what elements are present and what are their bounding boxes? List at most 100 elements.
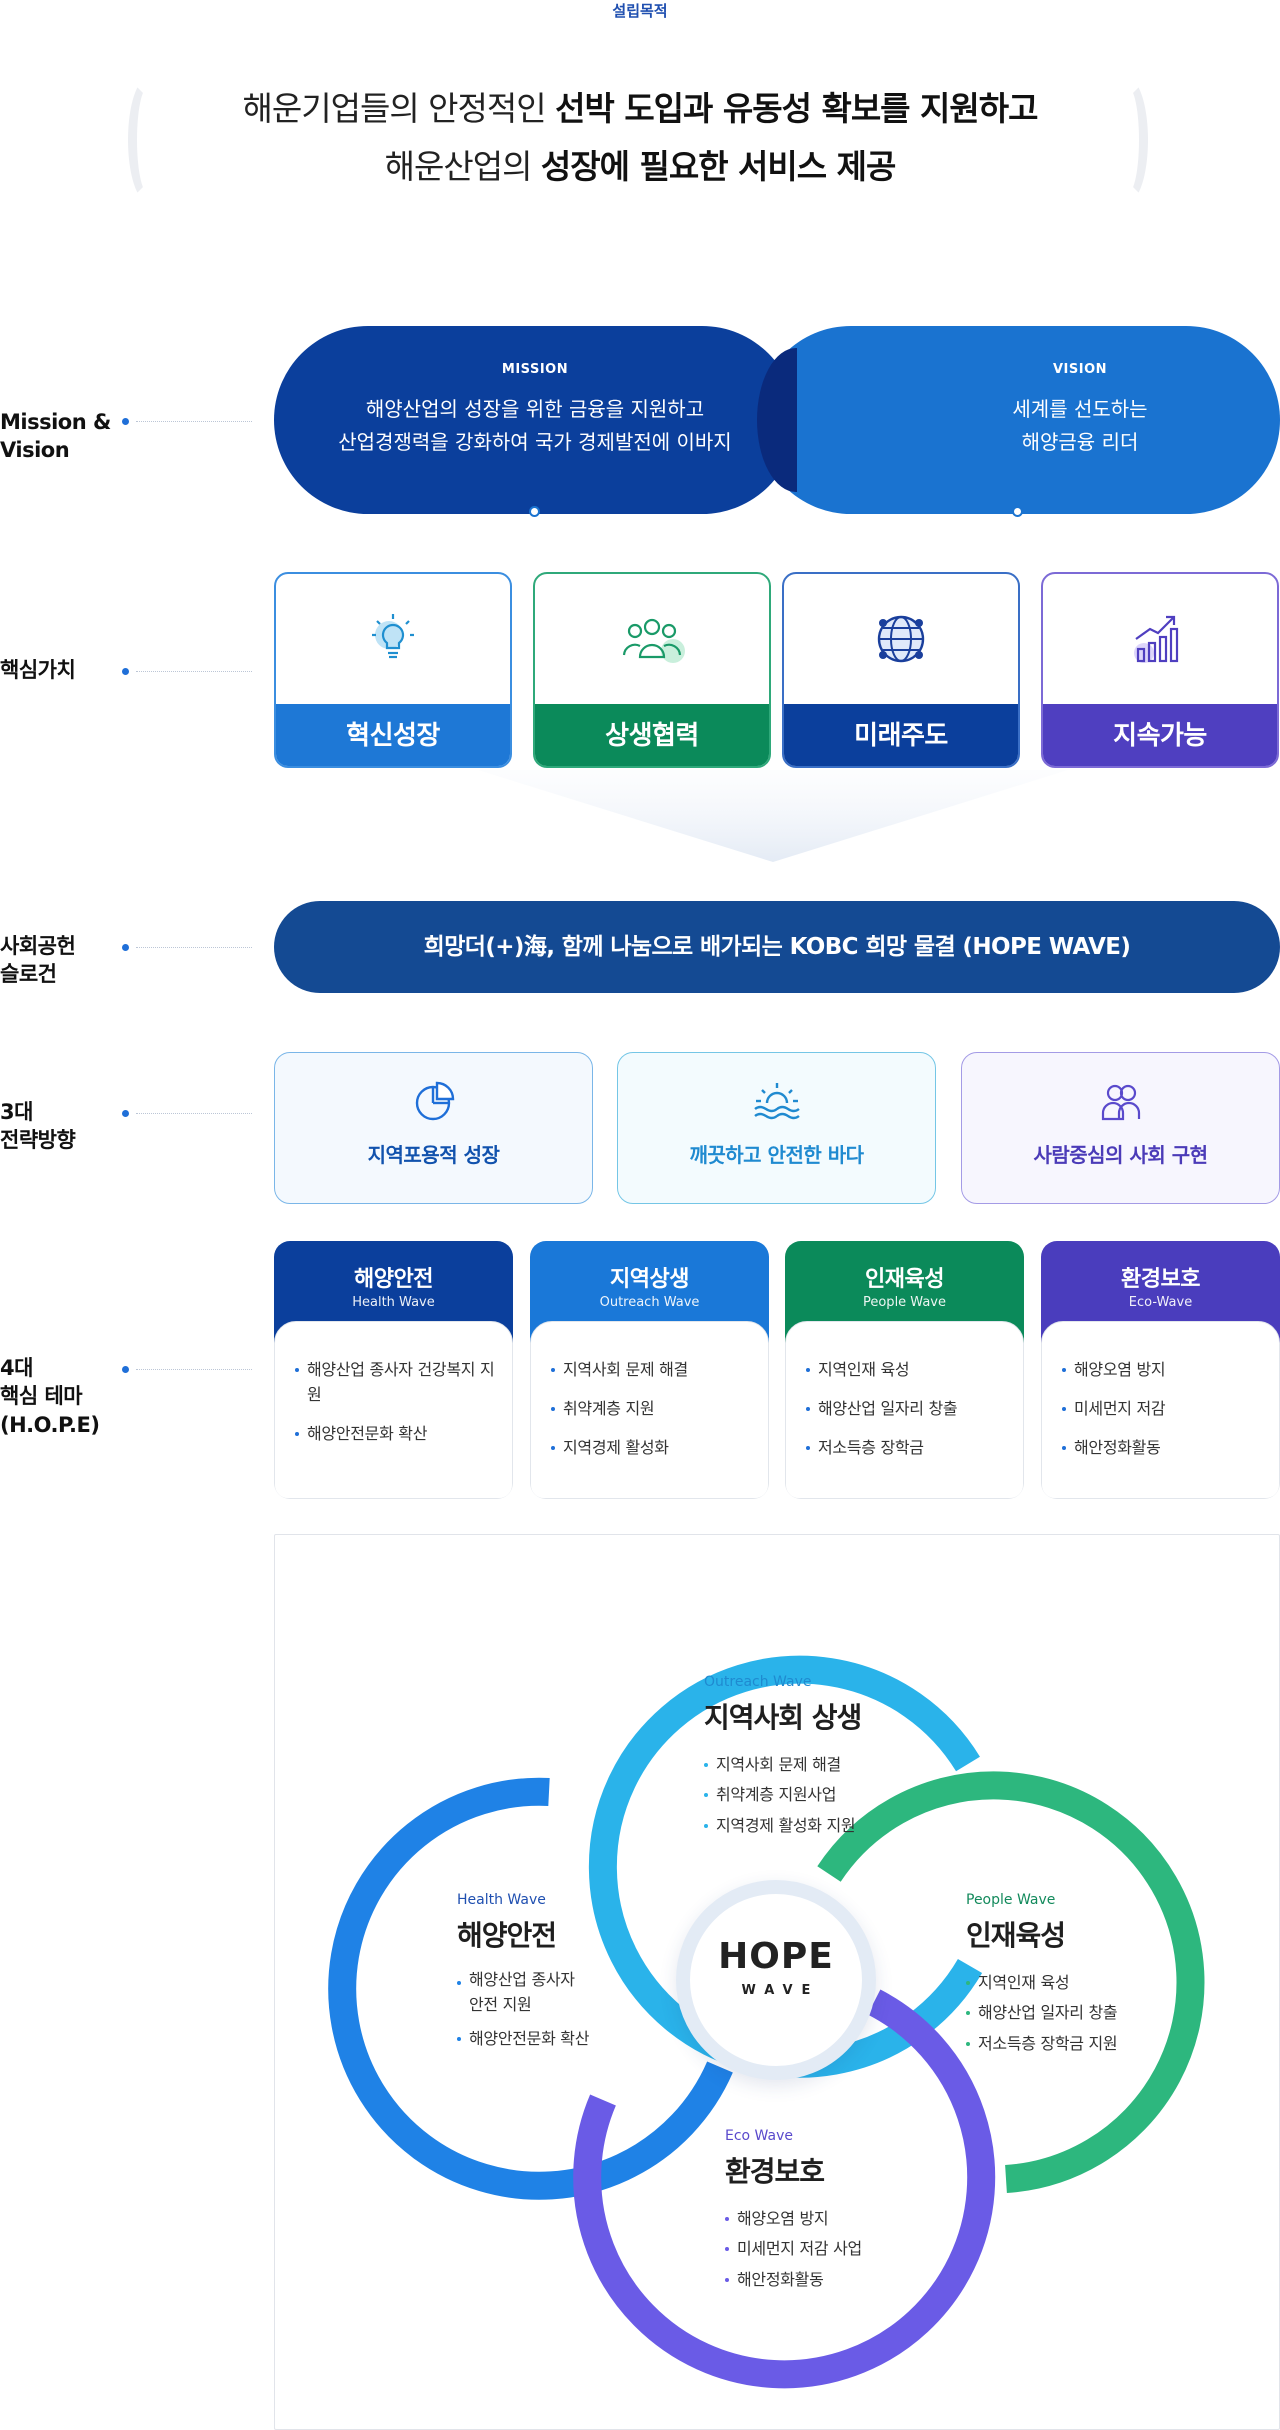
theme-subtitle: Health Wave xyxy=(352,1295,435,1310)
eco-ring-text: Eco Wave 환경보호 해양오염 방지 미세먼지 저감 사업 해안정화활동 xyxy=(725,2128,862,2295)
purpose-line-1: 해운기업들의 안정적인 선박 도입과 유동성 확보를 지원하고 xyxy=(0,82,1280,130)
theme-item: 해양오염 방지 xyxy=(1062,1358,1263,1383)
ring-item: 해안정화활동 xyxy=(725,2265,862,2295)
row-dot xyxy=(122,1110,129,1117)
lightbulb-icon xyxy=(372,614,414,659)
theme-item: 저소득층 장학금 xyxy=(806,1436,1007,1461)
theme-title: 해양안전 xyxy=(354,1267,433,1292)
core-value-card-innovation: 혁신성장 xyxy=(274,572,512,768)
ring-caption: Eco Wave xyxy=(725,2128,793,2144)
core-value-label: 상생협력 xyxy=(535,704,769,766)
strategy-card-people-society: 사람중심의 사회 구현 xyxy=(961,1052,1280,1204)
strategy-label: 깨끗하고 안전한 바다 xyxy=(689,1143,864,1167)
people-ring-text: People Wave 인재육성 지역인재 육성 해양산업 일자리 창출 저소득… xyxy=(966,1892,1118,2059)
ring-title: 지역사회 상생 xyxy=(704,1701,862,1734)
row-line xyxy=(136,421,252,422)
mission-marker-dot xyxy=(529,506,540,517)
mission-text: 해양산업의 성장을 위한 금융을 지원하고 산업경쟁력을 강화하여 국가 경제발… xyxy=(338,397,732,454)
theme-item: 지역인재 육성 xyxy=(806,1358,1007,1383)
ring-item: 해양오염 방지 xyxy=(725,2204,862,2234)
theme-item: 지역사회 문제 해결 xyxy=(551,1358,752,1383)
theme-item: 지역경제 활성화 xyxy=(551,1436,752,1461)
theme-item-list: 해양오염 방지 미세먼지 저감 해안정화활동 xyxy=(1041,1321,1280,1499)
theme-subtitle: Eco-Wave xyxy=(1128,1295,1193,1310)
row-dot xyxy=(122,418,129,425)
row-line xyxy=(136,1369,252,1370)
growth-chart-icon xyxy=(1134,615,1179,663)
row-label-mission-vision: Mission & Vision xyxy=(0,410,111,463)
theme-item-list: 해양산업 종사자 건강복지 지원 해양안전문화 확산 xyxy=(274,1321,513,1499)
theme-card-outreach: 지역상생 Outreach Wave 지역사회 문제 해결 취약계층 지원 지역… xyxy=(530,1241,769,1499)
ring-item: 취약계층 지원사업 xyxy=(704,1780,861,1810)
core-value-card-cooperation: 상생협력 xyxy=(533,572,771,768)
ring-caption: Outreach Wave xyxy=(704,1674,812,1690)
theme-item: 해양산업 일자리 창출 xyxy=(806,1397,1007,1422)
row-line xyxy=(136,671,252,672)
theme-item: 해안정화활동 xyxy=(1062,1436,1263,1461)
row-label-strategy: 3대 전략방향 xyxy=(0,1100,76,1153)
vision-caption: VISION xyxy=(1052,362,1108,377)
theme-subtitle: People Wave xyxy=(862,1295,946,1310)
ring-item: 해양산업 종사자 안전 지원 xyxy=(457,1968,589,2018)
theme-item: 취약계층 지원 xyxy=(551,1397,752,1422)
ring-item: 지역인재 육성 xyxy=(966,1968,1117,1998)
row-label-core-values: 핵심가치 xyxy=(0,658,76,682)
purpose-line-2-normal: 해운산업의 xyxy=(384,147,541,186)
person-pair-icon xyxy=(1101,1084,1140,1121)
theme-item: 해양산업 종사자 건강복지 지원 xyxy=(295,1358,496,1408)
theme-subtitle: Outreach Wave xyxy=(599,1295,700,1310)
core-value-label: 지속가능 xyxy=(1043,704,1277,766)
theme-card-eco: 환경보호 Eco-Wave 해양오염 방지 미세먼지 저감 해안정화활동 xyxy=(1041,1241,1280,1499)
sea-sun-icon xyxy=(753,1083,800,1120)
hope-center-title: HOPE xyxy=(718,1936,834,1977)
mission-vision-overlap xyxy=(757,348,797,492)
purpose-line-2: 해운산업의 성장에 필요한 서비스 제공 xyxy=(0,140,1280,188)
ring-item: 저소득층 장학금 지원 xyxy=(966,2029,1118,2059)
ring-item: 해양안전문화 확산 xyxy=(457,2024,589,2054)
row-line xyxy=(136,947,252,948)
theme-card-people: 인재육성 People Wave 지역인재 육성 해양산업 일자리 창출 저소득… xyxy=(785,1241,1024,1499)
core-value-label: 미래주도 xyxy=(784,704,1018,766)
strategy-card-clean-sea: 깨끗하고 안전한 바다 xyxy=(617,1052,936,1204)
theme-item: 미세먼지 저감 xyxy=(1062,1397,1263,1422)
core-value-label: 혁신성장 xyxy=(276,704,510,766)
vision-text: 세계를 선도하는 해양금융 리더 xyxy=(1012,397,1148,454)
row-dot xyxy=(122,1366,129,1373)
ring-item: 지역경제 활성화 지원 xyxy=(704,1811,861,1841)
row-label-themes: 4대 핵심 테마 (H.O.P.E) xyxy=(0,1356,100,1437)
ring-item: 지역사회 문제 해결 xyxy=(704,1750,861,1780)
ring-caption: Health Wave xyxy=(457,1892,546,1908)
purpose-tag: 설립목적 xyxy=(612,2,668,20)
people-icon xyxy=(622,618,685,663)
purpose-line-1-normal: 해운기업들의 안정적인 xyxy=(242,89,556,128)
strategy-label: 사람중심의 사회 구현 xyxy=(1033,1143,1208,1167)
hope-center-subtitle: WAVE xyxy=(741,1983,820,1998)
ring-title: 해양안전 xyxy=(457,1919,557,1952)
vision-pill: VISION 세계를 선도하는 해양금융 리더 xyxy=(757,326,1280,514)
funnel-decoration xyxy=(478,770,1068,862)
purpose-line-1-bold: 선박 도입과 유동성 확보를 지원하고 xyxy=(555,89,1038,128)
hope-center-badge: HOPE WAVE xyxy=(676,1880,876,2080)
slogan-banner: 희망더(+)海, 함께 나눔으로 배가되는 KOBC 희망 물결 (HOPE W… xyxy=(274,901,1280,993)
ring-caption: People Wave xyxy=(966,1892,1056,1908)
strategy-label: 지역포용적 성장 xyxy=(367,1143,500,1167)
ring-title: 환경보호 xyxy=(725,2155,825,2188)
theme-card-health: 해양안전 Health Wave 해양산업 종사자 건강복지 지원 해양안전문화… xyxy=(274,1241,513,1499)
vision-marker-dot xyxy=(1012,506,1023,517)
globe-icon xyxy=(877,615,925,663)
core-value-card-sustainability: 지속가능 xyxy=(1041,572,1279,768)
health-ring-text: Health Wave 해양안전 해양산업 종사자 안전 지원 해양안전문화 확… xyxy=(457,1892,589,2054)
ring-item: 미세먼지 저감 사업 xyxy=(725,2234,862,2264)
theme-title: 환경보호 xyxy=(1121,1267,1200,1292)
row-dot xyxy=(122,944,129,951)
theme-title: 인재육성 xyxy=(865,1267,944,1292)
ring-title: 인재육성 xyxy=(966,1919,1066,1952)
strategy-card-inclusive-growth: 지역포용적 성장 xyxy=(274,1052,593,1204)
core-value-card-future: 미래주도 xyxy=(782,572,1020,768)
row-line xyxy=(136,1113,252,1114)
theme-title: 지역상생 xyxy=(610,1267,689,1292)
purpose-line-2-bold: 성장에 필요한 서비스 제공 xyxy=(540,147,896,186)
theme-item-list: 지역인재 육성 해양산업 일자리 창출 저소득층 장학금 xyxy=(785,1321,1024,1499)
theme-item: 해양안전문화 확산 xyxy=(295,1422,496,1447)
ring-item: 해양산업 일자리 창출 xyxy=(966,1998,1118,2028)
